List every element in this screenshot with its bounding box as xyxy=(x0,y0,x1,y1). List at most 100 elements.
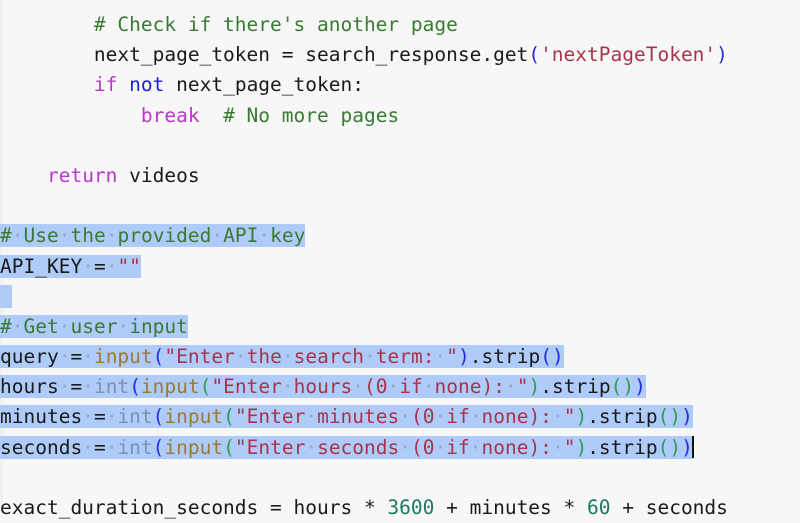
code-lines-container[interactable]: # Check if there's another page next_pag… xyxy=(0,10,800,523)
token-ws: · xyxy=(469,405,482,429)
token-comment: API xyxy=(223,224,259,248)
code-line[interactable]: exact_duration_seconds = hours * 3600 + … xyxy=(0,493,800,523)
code-line[interactable]: minutes·=·int(input("Enter·minutes·(0·if… xyxy=(0,402,800,432)
code-line[interactable] xyxy=(0,191,800,221)
token-plain: = xyxy=(70,375,83,399)
token-comment: # No more pages xyxy=(223,103,400,127)
token-paren-g: () xyxy=(610,375,635,399)
token-ws: · xyxy=(58,314,71,338)
token-plain: videos xyxy=(117,163,200,187)
token-ws: · xyxy=(364,345,376,369)
token-paren-g: ) xyxy=(575,405,588,429)
token-string: "Enter xyxy=(211,375,282,399)
token-ws: · xyxy=(258,224,271,248)
token-builtin: input xyxy=(140,375,200,399)
code-line[interactable] xyxy=(0,131,800,161)
code-editor[interactable]: # Check if there's another page next_pag… xyxy=(0,0,800,519)
token-ws: · xyxy=(399,405,412,429)
token-string: " xyxy=(516,375,529,399)
token-comment: Use xyxy=(23,224,59,248)
token-ws: · xyxy=(58,224,71,248)
line-content: #·Get·user·input xyxy=(0,314,188,338)
token-string: the xyxy=(246,345,282,369)
token-plain: .strip xyxy=(469,345,541,369)
token-string: search xyxy=(293,345,365,369)
token-keyword: if xyxy=(93,73,118,97)
token-comment: Get xyxy=(23,314,59,338)
code-line[interactable]: seconds·=·int(input("Enter·seconds·(0·if… xyxy=(0,433,800,463)
token-comment: # xyxy=(0,224,12,248)
code-line[interactable]: return videos xyxy=(0,161,800,191)
token-ws: · xyxy=(434,435,447,459)
token-builtin: input xyxy=(164,405,224,429)
token-paren-b: ( xyxy=(528,43,541,67)
code-line[interactable]: next_page_token = search_response.get('n… xyxy=(0,40,800,70)
token-string: "Enter xyxy=(234,405,306,429)
token-string: none): xyxy=(481,435,552,459)
line-content: query·=·input("Enter·the·search·term:·")… xyxy=(0,345,564,369)
token-ws: · xyxy=(105,224,118,248)
line-content: next_page_token = search_response.get('n… xyxy=(94,43,728,66)
token-string: minutes xyxy=(317,405,400,429)
token-plain: minutes xyxy=(0,405,83,429)
line-content xyxy=(0,284,12,308)
token-keyword: break xyxy=(140,103,200,127)
token-paren-b: ( xyxy=(152,345,165,369)
code-line[interactable]: if not next_page_token: xyxy=(0,70,800,100)
token-ws: · xyxy=(551,435,564,459)
token-ws: · xyxy=(387,375,400,399)
token-ws: · xyxy=(82,375,94,399)
token-type: int xyxy=(117,435,153,459)
token-plain: next_page_token: xyxy=(164,73,364,97)
token-type: int xyxy=(117,405,153,429)
token-plain: + minutes * xyxy=(434,496,588,519)
token-paren-g: ) xyxy=(528,375,541,399)
line-content: exact_duration_seconds = hours * 3600 + … xyxy=(0,496,728,519)
code-line[interactable]: break # No more pages xyxy=(0,101,800,131)
token-builtin: input xyxy=(164,435,224,459)
code-line[interactable]: # Check if there's another page xyxy=(0,10,800,40)
token-plain: API_KEY xyxy=(0,254,83,278)
token-ws: · xyxy=(469,435,482,459)
token-string: if xyxy=(446,405,470,429)
token-paren-g: ) xyxy=(575,435,588,459)
token-string: "" xyxy=(117,254,141,278)
line-content: #·Use·the·provided·API·key xyxy=(0,224,306,248)
token-string: "Enter xyxy=(164,345,235,369)
token-number: 3600 xyxy=(387,496,435,519)
token-ws: · xyxy=(281,375,294,399)
code-line[interactable] xyxy=(0,282,800,312)
line-content: hours·=·int(input("Enter·hours·(0·if·non… xyxy=(0,375,646,399)
code-line[interactable] xyxy=(0,463,800,493)
code-line[interactable]: API_KEY·=·"" xyxy=(0,252,800,282)
token-plain: = xyxy=(70,345,83,369)
token-paren-b: ( xyxy=(129,375,141,399)
token-plain: exact_duration_seconds = hours * xyxy=(0,496,388,519)
code-line[interactable]: query·=·input("Enter·the·search·term:·")… xyxy=(0,342,800,372)
token-comment: # xyxy=(0,314,12,338)
token-comment: provided xyxy=(117,224,212,248)
token-type: int xyxy=(93,375,130,399)
token-ws: · xyxy=(82,435,94,459)
token-ws: · xyxy=(399,435,412,459)
code-line[interactable]: hours·=·int(input("Enter·hours·(0·if·non… xyxy=(0,372,800,402)
code-line[interactable]: #·Get·user·input xyxy=(0,312,800,342)
code-line[interactable]: #·Use·the·provided·API·key xyxy=(0,221,800,251)
token-ws: · xyxy=(58,345,71,369)
token-plain: = xyxy=(93,405,106,429)
token-string: " xyxy=(563,405,576,429)
token-ws: · xyxy=(105,435,118,459)
token-comment: the xyxy=(70,224,106,248)
token-plain: query xyxy=(0,345,59,369)
token-string: if xyxy=(446,435,470,459)
token-plain: + seconds xyxy=(610,496,728,519)
token-string: if xyxy=(399,375,423,399)
token-ws: · xyxy=(551,405,564,429)
token-ws: · xyxy=(352,375,365,399)
